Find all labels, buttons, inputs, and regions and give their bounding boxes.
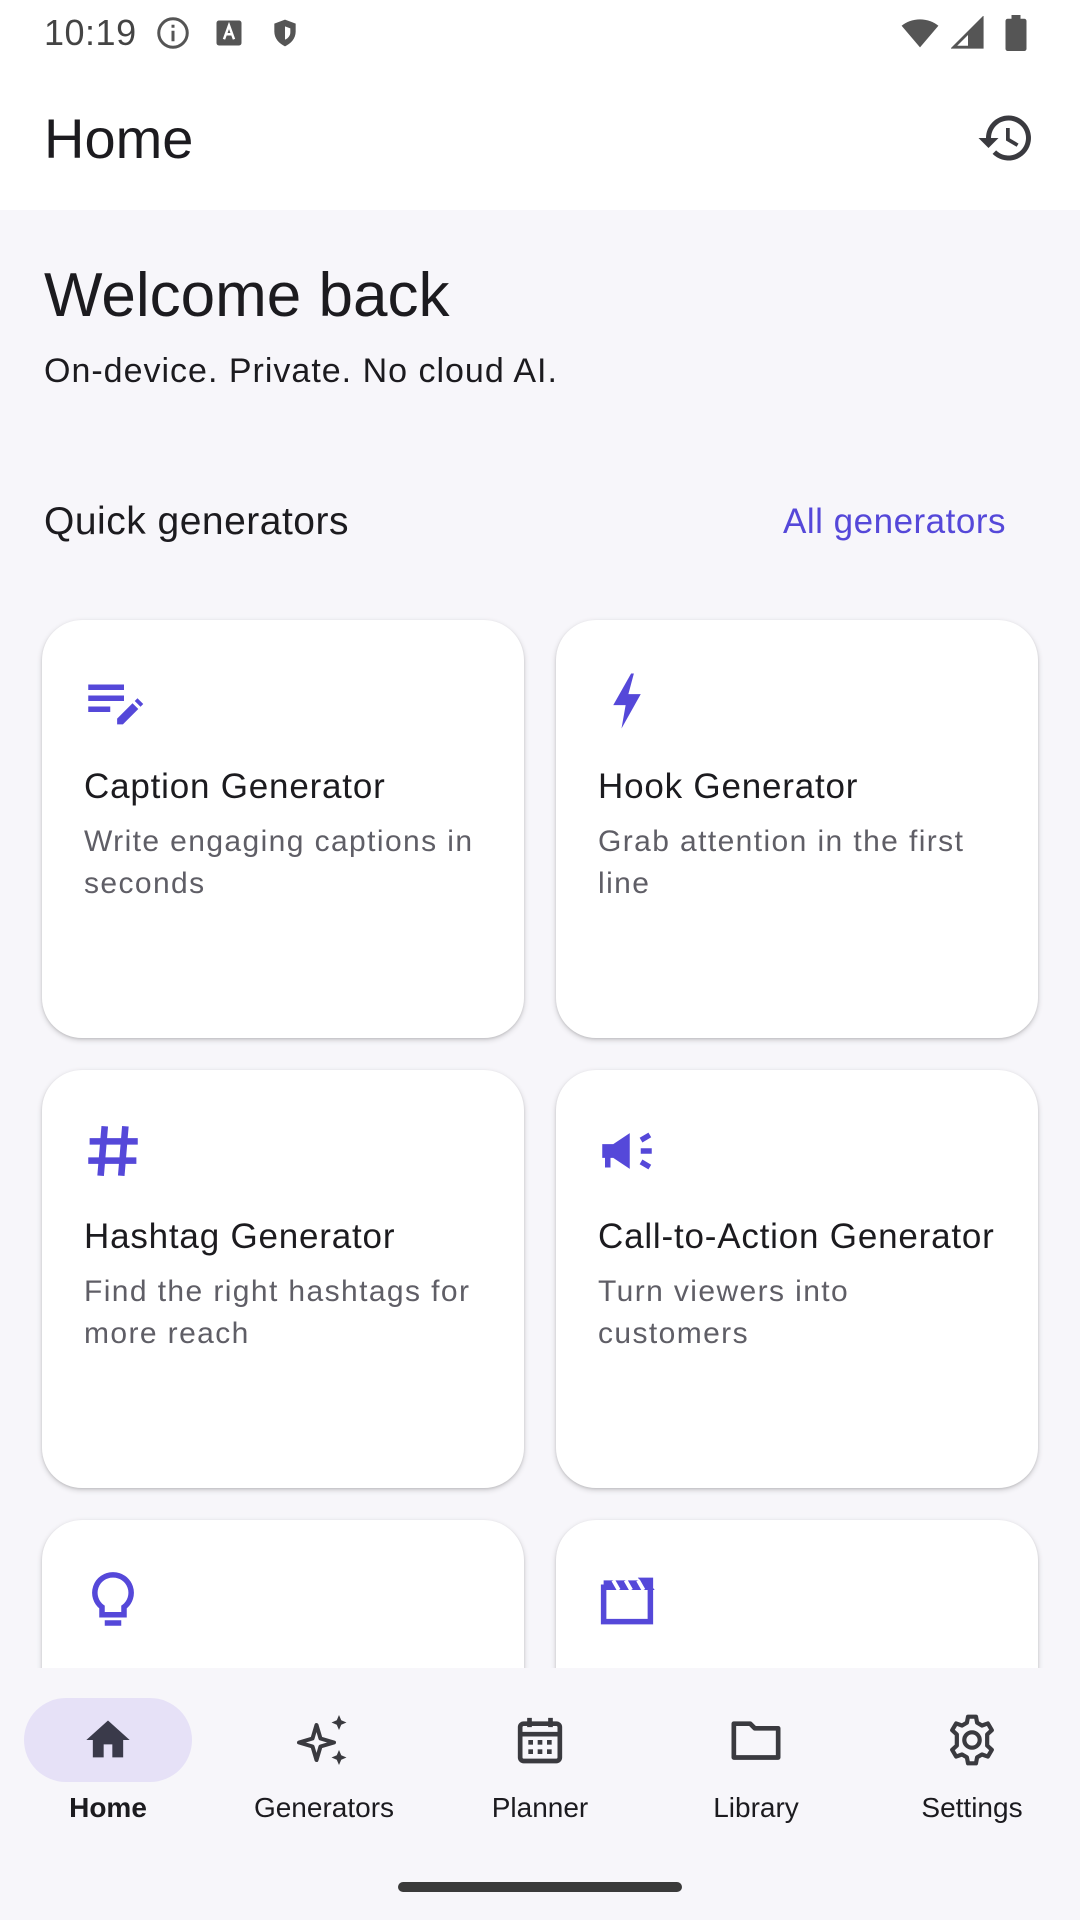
section-title: Quick generators	[44, 500, 349, 543]
all-generators-link[interactable]: All generators	[783, 502, 1006, 542]
card-title: Hook Generator	[598, 767, 859, 806]
nav-label: Library	[713, 1792, 799, 1823]
wifi-icon	[900, 13, 940, 53]
nav-icon-container	[240, 1698, 408, 1782]
caption-generator-card[interactable]: Caption Generator Write engaging caption…	[42, 620, 524, 1038]
signal-icon	[948, 13, 988, 53]
folder-icon	[731, 1721, 781, 1760]
hook-generator-card[interactable]: Hook Generator Grab attention in the fir…	[556, 620, 1038, 1038]
status-left: 10:19	[44, 12, 305, 54]
card-description: Find the right hashtags for more reach	[84, 1275, 471, 1350]
home-icon	[86, 1720, 130, 1758]
home-content[interactable]: Welcome back On-device. Private. No clou…	[0, 210, 1080, 1670]
nav-active-indicator	[24, 1698, 192, 1782]
nav-item-planner[interactable]: Planner	[432, 1698, 648, 1848]
sparkle-icon	[297, 1715, 347, 1765]
home-screen: 10:19 Home Welcome back On-device. Priva…	[0, 0, 1080, 1920]
welcome-title: Welcome back	[44, 261, 450, 330]
status-right	[900, 13, 1036, 53]
info-icon	[153, 13, 193, 53]
card-title: Hashtag Generator	[84, 1217, 396, 1256]
nav-label: Settings	[921, 1792, 1023, 1823]
gear-icon	[950, 1714, 994, 1766]
history-button[interactable]	[970, 102, 1042, 174]
movie-icon	[600, 1577, 655, 1625]
shield-icon	[265, 13, 305, 53]
battery-icon	[996, 13, 1036, 53]
top-app-bar: Home	[0, 66, 1080, 210]
nav-item-library[interactable]: Library	[648, 1698, 864, 1848]
nav-item-home[interactable]: Home	[0, 1698, 216, 1848]
calendar-icon	[517, 1717, 563, 1764]
nav-label: Planner	[491, 1792, 589, 1823]
gesture-handle[interactable]	[398, 1882, 682, 1892]
card-title: Caption Generator	[84, 767, 386, 806]
card-description: Grab attention in the first line	[598, 825, 965, 900]
status-bar: 10:19	[0, 0, 1080, 66]
nav-icon-container	[456, 1698, 624, 1782]
history-icon	[978, 115, 1031, 161]
nav-item-settings[interactable]: Settings	[864, 1698, 1080, 1848]
a-badge-icon	[209, 13, 249, 53]
video-generator-card[interactable]	[556, 1520, 1038, 1670]
nav-icon-container	[888, 1698, 1056, 1782]
edit-notes-icon	[88, 684, 144, 725]
quick-generators-header: Quick generators All generators	[44, 500, 1006, 544]
card-title: Call-to-Action Generator	[598, 1217, 995, 1256]
page-title: Home	[44, 106, 194, 170]
welcome-subtitle: On-device. Private. No cloud AI.	[44, 352, 558, 390]
nav-label: Home	[69, 1792, 147, 1823]
hashtag-icon	[88, 1125, 138, 1177]
lightbulb-icon	[92, 1572, 134, 1626]
card-description: Turn viewers into customers	[598, 1275, 850, 1350]
nav-label: Generators	[253, 1792, 395, 1823]
campaign-icon	[602, 1132, 652, 1170]
ideas-generator-card[interactable]	[42, 1520, 524, 1670]
hashtag-generator-card[interactable]: Hashtag Generator Find the right hashtag…	[42, 1070, 524, 1488]
bolt-icon	[613, 673, 641, 729]
nav-icon-container	[672, 1698, 840, 1782]
status-time: 10:19	[44, 12, 137, 53]
nav-item-generators[interactable]: Generators	[216, 1698, 432, 1848]
cta-generator-card[interactable]: Call-to-Action Generator Turn viewers in…	[556, 1070, 1038, 1488]
card-description: Write engaging captions in seconds	[84, 825, 474, 900]
